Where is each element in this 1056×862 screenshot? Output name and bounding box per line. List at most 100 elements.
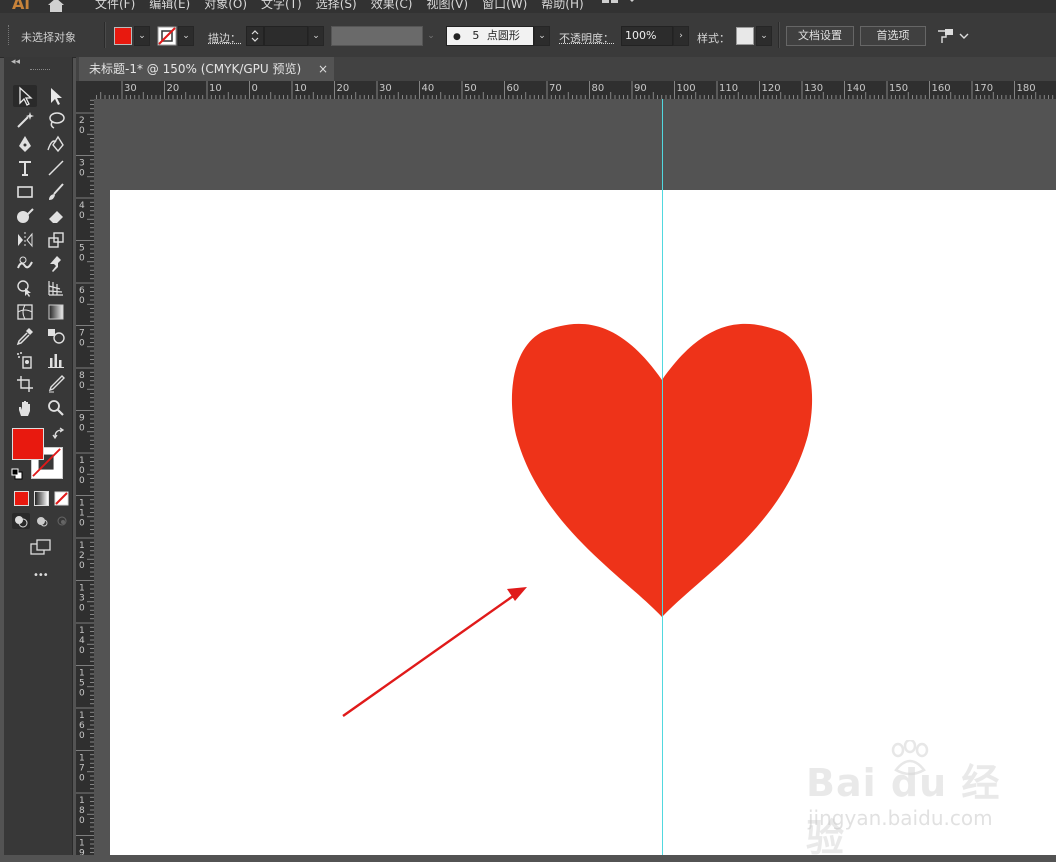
watermark-url: jingyan.baidu.com: [808, 806, 993, 830]
graphic-style-swatch[interactable]: [736, 27, 754, 45]
shaper-tool-icon[interactable]: [13, 205, 37, 227]
shape-builder-tool-icon[interactable]: [13, 277, 37, 299]
stroke-weight-stepper[interactable]: [246, 26, 264, 46]
type-tool-icon[interactable]: [13, 157, 37, 179]
ruler-label: 3: [79, 594, 85, 604]
opacity-field[interactable]: 100%: [621, 26, 673, 46]
stroke-weight-field[interactable]: [264, 26, 308, 46]
vertical-ruler[interactable]: 2030405060708090100110120130140150160170…: [76, 99, 94, 855]
magic-wand-tool-icon[interactable]: [13, 109, 37, 131]
blend-tool-icon[interactable]: [44, 325, 68, 347]
ruler-label: 8: [79, 806, 85, 816]
document-setup-button[interactable]: 文档设置: [786, 26, 854, 46]
hand-tool-icon[interactable]: [13, 397, 37, 419]
ruler-label: 0: [79, 296, 85, 306]
menu-select[interactable]: 选择(S): [316, 0, 357, 12]
perspective-grid-tool-icon[interactable]: [44, 277, 68, 299]
warp-tool-icon[interactable]: [13, 253, 37, 275]
direct-selection-tool-icon[interactable]: [44, 85, 68, 107]
line-segment-tool-icon[interactable]: [44, 157, 68, 179]
menu-effect[interactable]: 效果(C): [371, 0, 413, 12]
symbol-sprayer-tool-icon[interactable]: [13, 349, 37, 371]
document-tab[interactable]: 未标题-1* @ 150% (CMYK/GPU 预览) ×: [79, 57, 334, 81]
eraser-tool-icon[interactable]: [44, 205, 68, 227]
chevron-down-icon[interactable]: ⌄: [756, 26, 772, 46]
ruler-label: 6: [79, 286, 85, 296]
slice-tool-icon[interactable]: [44, 373, 68, 395]
draw-behind-icon[interactable]: [33, 513, 51, 529]
reflect-tool-icon[interactable]: [13, 229, 37, 251]
ruler-origin[interactable]: [76, 81, 94, 99]
color-mode-icon[interactable]: [14, 491, 29, 506]
artboard-tool-icon[interactable]: [13, 373, 37, 395]
preferences-button[interactable]: 首选项: [860, 26, 926, 46]
variable-width-profile[interactable]: [331, 26, 423, 46]
panel-grip[interactable]: [30, 69, 50, 72]
chevron-right-icon[interactable]: ›: [673, 26, 689, 46]
vertical-guide[interactable]: [662, 99, 663, 855]
draw-inside-icon[interactable]: [54, 513, 72, 529]
selection-tool-icon[interactable]: [13, 85, 37, 107]
chevron-down-icon[interactable]: ⌄: [134, 26, 150, 46]
arrange-documents-icon[interactable]: [936, 27, 970, 45]
ruler-label: 1: [79, 711, 85, 721]
curvature-tool-icon[interactable]: [44, 133, 68, 155]
ruler-label: 10: [209, 83, 222, 94]
menu-window[interactable]: 窗口(W): [482, 0, 527, 12]
brush-definition-field[interactable]: ● 5 点圆形: [446, 26, 534, 46]
mesh-tool-icon[interactable]: [13, 301, 37, 323]
ruler-label: 5: [79, 679, 85, 689]
menu-view[interactable]: 视图(V): [426, 0, 468, 12]
stroke-none-swatch[interactable]: [157, 26, 177, 46]
lasso-tool-icon[interactable]: [44, 109, 68, 131]
heart-right-half[interactable]: [662, 324, 812, 617]
screen-mode-icon[interactable]: [30, 539, 52, 555]
ruler-label: 1: [79, 456, 85, 466]
menu-help[interactable]: 帮助(H): [541, 0, 583, 12]
home-icon[interactable]: [46, 0, 66, 12]
ruler-label: 1: [79, 584, 85, 594]
gradient-mode-icon[interactable]: [34, 491, 49, 506]
menu-file[interactable]: 文件(F): [95, 0, 135, 12]
stroke-label[interactable]: 描边：: [208, 30, 241, 46]
ruler-label: 30: [124, 83, 137, 94]
collapse-panel-icon[interactable]: ◂◂: [11, 57, 20, 67]
eyedropper-tool-icon[interactable]: [13, 325, 37, 347]
opacity-label[interactable]: 不透明度：: [559, 30, 614, 46]
workspace-switcher-icon[interactable]: [602, 0, 636, 7]
menu-edit[interactable]: 编辑(E): [149, 0, 190, 12]
scale-tool-icon[interactable]: [44, 229, 68, 251]
gradient-tool-icon[interactable]: [44, 301, 68, 323]
puppet-warp-tool-icon[interactable]: [44, 253, 68, 275]
edit-toolbar-icon[interactable]: •••: [33, 570, 48, 581]
panel-grip[interactable]: [8, 25, 12, 45]
none-mode-icon[interactable]: [54, 491, 69, 506]
ruler-label: 10: [294, 83, 307, 94]
ruler-label: 0: [79, 816, 85, 826]
heart-left-half[interactable]: [512, 324, 662, 617]
chevron-down-icon[interactable]: ⌄: [423, 26, 439, 46]
brush-dot: ●: [453, 32, 461, 42]
tools-panel: ◂◂ •••: [4, 57, 73, 855]
swap-fill-stroke-icon[interactable]: [52, 427, 66, 441]
fill-color-box-front[interactable]: [12, 428, 44, 460]
rectangle-tool-icon[interactable]: [13, 181, 37, 203]
ruler-label: 0: [252, 83, 258, 94]
menu-type[interactable]: 文字(T): [261, 0, 302, 12]
paintbrush-tool-icon[interactable]: [44, 181, 68, 203]
pen-tool-icon[interactable]: [13, 133, 37, 155]
draw-normal-icon[interactable]: [12, 513, 30, 529]
menu-object[interactable]: 对象(O): [204, 0, 247, 12]
zoom-tool-icon[interactable]: [44, 397, 68, 419]
chevron-down-icon[interactable]: ⌄: [308, 26, 324, 46]
ruler-label: 1: [79, 499, 85, 509]
chevron-down-icon[interactable]: ⌄: [534, 26, 550, 46]
default-fill-stroke-icon[interactable]: [11, 468, 23, 480]
ruler-label: 8: [79, 371, 85, 381]
chevron-down-icon[interactable]: ⌄: [178, 26, 194, 46]
ruler-label: 130: [804, 83, 823, 94]
column-graph-tool-icon[interactable]: [44, 349, 68, 371]
close-tab-icon[interactable]: ×: [318, 57, 328, 81]
fill-color-swatch[interactable]: [114, 27, 132, 45]
horizontal-ruler[interactable]: 30 20 10 0 10 20 30 40 50 60 70 80 90 100 110 120 130 140…: [94, 81, 1056, 99]
